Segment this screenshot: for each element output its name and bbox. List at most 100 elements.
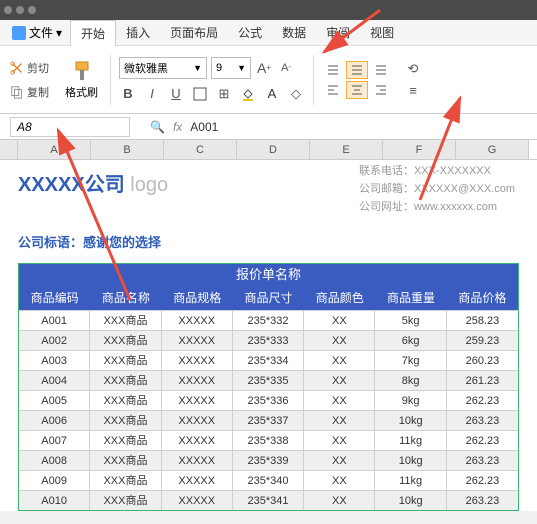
table-cell: XXXXX bbox=[162, 411, 233, 430]
fx-label[interactable]: fx bbox=[173, 120, 182, 134]
bold-button[interactable]: B bbox=[119, 85, 137, 103]
border-button[interactable] bbox=[191, 85, 209, 103]
table-cell: A006 bbox=[19, 411, 90, 430]
company-info: 联系电话：XXX-XXXXXXX 公司邮箱：XXXXXX@XXX.com 公司网… bbox=[359, 162, 519, 216]
table-cell: 235*335 bbox=[233, 371, 304, 390]
tab-5[interactable]: 审阅 bbox=[316, 20, 360, 46]
font-size-select[interactable]: 9 ▼ bbox=[211, 57, 251, 79]
align-group bbox=[322, 61, 392, 99]
tab-1[interactable]: 插入 bbox=[116, 20, 160, 46]
tools-button[interactable]: ⊞ bbox=[215, 85, 233, 103]
table-cell: 258.23 bbox=[447, 311, 518, 330]
tab-2[interactable]: 页面布局 bbox=[160, 20, 228, 46]
table-row[interactable]: A004XXX商品XXXXX235*335XX8kg261.23 bbox=[19, 370, 518, 390]
col-header-E[interactable]: E bbox=[310, 140, 383, 159]
table-cell: XX bbox=[304, 431, 375, 450]
indent-button[interactable]: ≡ bbox=[404, 82, 422, 100]
table-cell: 10kg bbox=[375, 491, 446, 510]
name-box[interactable]: A8 bbox=[10, 117, 130, 137]
table-cell: A010 bbox=[19, 491, 90, 510]
table-cell: XX bbox=[304, 311, 375, 330]
format-painter-button[interactable]: 格式刷 bbox=[61, 56, 102, 104]
table-cell: XX bbox=[304, 411, 375, 430]
table-cell: 263.23 bbox=[447, 491, 518, 510]
table-cell: XXXXX bbox=[162, 351, 233, 370]
dot-icon bbox=[28, 6, 36, 14]
font-color-button[interactable]: A bbox=[263, 85, 281, 103]
cut-button[interactable]: 剪切 bbox=[6, 58, 53, 78]
select-all-corner[interactable] bbox=[0, 140, 18, 159]
file-label: 文件 bbox=[29, 24, 53, 41]
align-middle-button[interactable] bbox=[346, 61, 368, 79]
table-row[interactable]: A010XXX商品XXXXX235*341XX10kg263.23 bbox=[19, 490, 518, 510]
col-header-D[interactable]: D bbox=[237, 140, 310, 159]
table-row[interactable]: A002XXX商品XXXXX235*333XX6kg259.23 bbox=[19, 330, 518, 350]
company-slogan: 公司标语：感谢您的选择 bbox=[18, 232, 519, 251]
copy-button[interactable]: 复制 bbox=[6, 82, 53, 102]
table-cell: 11kg bbox=[375, 471, 446, 490]
tab-6[interactable]: 视图 bbox=[360, 20, 404, 46]
table-cell: XXX商品 bbox=[90, 371, 161, 390]
align-top-button[interactable] bbox=[322, 61, 344, 79]
table-cell: XXXXX bbox=[162, 391, 233, 410]
table-header-row: 商品编码商品名称商品规格商品尺寸商品颜色商品重量商品价格 bbox=[19, 286, 518, 310]
brush-icon bbox=[70, 60, 94, 84]
tab-4[interactable]: 数据 bbox=[272, 20, 316, 46]
chevron-down-icon: ▼ bbox=[237, 63, 246, 73]
table-row[interactable]: A005XXX商品XXXXX235*336XX9kg262.23 bbox=[19, 390, 518, 410]
table-cell: XX bbox=[304, 471, 375, 490]
underline-button[interactable]: U bbox=[167, 85, 185, 103]
table-row[interactable]: A003XXX商品XXXXX235*334XX7kg260.23 bbox=[19, 350, 518, 370]
table-row[interactable]: A008XXX商品XXXXX235*339XX10kg263.23 bbox=[19, 450, 518, 470]
table-cell: 235*336 bbox=[233, 391, 304, 410]
tab-3[interactable]: 公式 bbox=[228, 20, 272, 46]
file-menu[interactable]: 文件 ▾ bbox=[6, 22, 68, 43]
bucket-icon bbox=[241, 87, 255, 101]
table-cell: 8kg bbox=[375, 371, 446, 390]
align-bottom-button[interactable] bbox=[370, 61, 392, 79]
table-row[interactable]: A001XXX商品XXXXX235*332XX5kg258.23 bbox=[19, 310, 518, 330]
table-cell: XX bbox=[304, 451, 375, 470]
table-cell: A002 bbox=[19, 331, 90, 350]
col-header-A[interactable]: A bbox=[18, 140, 91, 159]
table-cell: A007 bbox=[19, 431, 90, 450]
table-cell: XXX商品 bbox=[90, 331, 161, 350]
table-cell: 235*341 bbox=[233, 491, 304, 510]
menubar: 文件 ▾ 开始插入页面布局公式数据审阅视图 bbox=[0, 20, 537, 46]
table-cell: 235*338 bbox=[233, 431, 304, 450]
table-cell: 260.23 bbox=[447, 351, 518, 370]
table-cell: 10kg bbox=[375, 411, 446, 430]
col-header-F[interactable]: F bbox=[383, 140, 456, 159]
tab-0[interactable]: 开始 bbox=[70, 20, 116, 46]
table-cell: XXXXX bbox=[162, 311, 233, 330]
align-left-button[interactable] bbox=[322, 81, 344, 99]
table-cell: XX bbox=[304, 331, 375, 350]
table-row[interactable]: A009XXX商品XXXXX235*340XX11kg262.23 bbox=[19, 470, 518, 490]
decrease-font-button[interactable]: A- bbox=[277, 59, 295, 77]
orientation-button[interactable]: ⟲ bbox=[404, 60, 422, 78]
table-cell: XXXXX bbox=[162, 491, 233, 510]
dot-icon bbox=[16, 6, 24, 14]
italic-button[interactable]: I bbox=[143, 85, 161, 103]
font-name-select[interactable]: 微软雅黑 ▼ bbox=[119, 57, 207, 79]
fill-color-button[interactable] bbox=[239, 85, 257, 103]
table-row[interactable]: A007XXX商品XXXXX235*338XX11kg262.23 bbox=[19, 430, 518, 450]
clear-button[interactable]: ◇ bbox=[287, 85, 305, 103]
font-name-value: 微软雅黑 bbox=[124, 60, 168, 76]
align-right-button[interactable] bbox=[370, 81, 392, 99]
search-icon[interactable]: 🔍 bbox=[150, 120, 165, 134]
table-cell: A009 bbox=[19, 471, 90, 490]
col-header-G[interactable]: G bbox=[456, 140, 529, 159]
column-headers: ABCDEFG bbox=[0, 140, 537, 160]
align-center-button[interactable] bbox=[346, 81, 368, 99]
table-cell: 7kg bbox=[375, 351, 446, 370]
col-header-C[interactable]: C bbox=[164, 140, 237, 159]
col-header-B[interactable]: B bbox=[91, 140, 164, 159]
formula-value[interactable]: A001 bbox=[190, 120, 218, 134]
table-row[interactable]: A006XXX商品XXXXX235*337XX10kg263.23 bbox=[19, 410, 518, 430]
quote-table: 报价单名称 商品编码商品名称商品规格商品尺寸商品颜色商品重量商品价格 A001X… bbox=[18, 263, 519, 511]
increase-font-button[interactable]: A+ bbox=[255, 59, 273, 77]
table-cell: 259.23 bbox=[447, 331, 518, 350]
phone-label: 联系电话： bbox=[359, 165, 414, 177]
table-title: 报价单名称 bbox=[19, 264, 518, 286]
